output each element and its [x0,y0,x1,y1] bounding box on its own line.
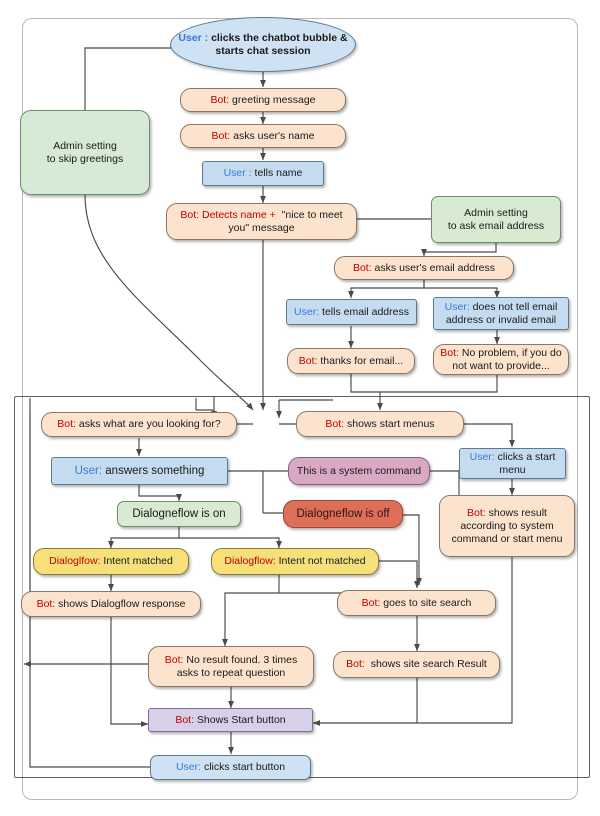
node-intent-matched[interactable]: Dialoglfow: Intent matched [33,548,189,575]
node-goes-site-search[interactable]: Bot: goes to site search [337,590,496,616]
node-system-command[interactable]: This is a system command [288,457,430,485]
node-start[interactable]: User : clicks the chatbot bubble & start… [170,17,356,72]
node-admin-skip-greetings-label: Admin setting to skip greetings [46,139,124,165]
node-system-command-label: This is a system command [296,464,422,477]
node-asks-looking-for[interactable]: Bot: asks what are you looking for? [41,412,237,437]
node-goes-site-search-label: Bot: goes to site search [361,596,472,609]
node-admin-skip-greetings[interactable]: Admin setting to skip greetings [20,110,150,195]
node-shows-start-menus-label: Bot: shows start menus [325,417,435,430]
node-asks-name-label: Bot: asks user's name [211,129,315,142]
node-greeting-message[interactable]: Bot: greeting message [180,88,346,112]
node-dialogflow-on-label: Dialogneflow is on [132,507,226,520]
flowchart-canvas: User : clicks the chatbot bubble & start… [0,0,600,816]
node-asks-email[interactable]: Bot: asks user's email address [334,256,514,280]
node-clicks-start-button[interactable]: User: clicks start button [150,755,311,780]
node-tells-email-label: User: tells email address [294,305,409,318]
node-asks-looking-for-label: Bot: asks what are you looking for? [57,418,221,430]
node-shows-start-button-label: Bot: Shows Start button [175,713,286,726]
node-clicks-start-button-label: User: clicks start button [175,761,286,773]
node-shows-result[interactable]: Bot: shows result according to system co… [439,495,575,557]
node-tells-email[interactable]: User: tells email address [286,299,417,325]
node-no-problem-label: Bot: No problem, if you do not want to p… [440,346,562,372]
node-answers-something[interactable]: User: answers something [51,457,228,485]
node-answers-something-label: User: answers something [74,464,205,477]
node-no-problem[interactable]: Bot: No problem, if you do not want to p… [433,344,569,375]
node-site-search-result-label: Bot: shows site search Result [346,658,487,670]
node-asks-name[interactable]: Bot: asks user's name [180,124,346,148]
node-no-result-found-label: Bot: No result found. 3 times asks to re… [164,653,298,679]
node-shows-start-menus[interactable]: Bot: shows start menus [296,411,464,437]
node-admin-ask-email-label: Admin setting to ask email address [447,206,545,232]
node-thanks-email[interactable]: Bot: thanks for email... [287,348,415,374]
node-no-email-label: User: does not tell email address or inv… [444,300,558,326]
node-tells-name-label: User : tells name [223,167,303,179]
node-shows-result-label: Bot: shows result according to system co… [451,506,563,545]
node-intent-matched-label: Dialoglfow: Intent matched [49,555,173,567]
node-thanks-email-label: Bot: thanks for email... [298,354,404,367]
node-dialogflow-on[interactable]: Dialogneflow is on [117,501,241,527]
node-detects-name-label: Bot: Detects name + "nice to meet you" m… [180,208,343,234]
node-greeting-message-label: Bot: greeting message [210,93,316,106]
node-tells-name[interactable]: User : tells name [202,161,324,186]
node-shows-start-button[interactable]: Bot: Shows Start button [148,708,313,732]
node-dialogflow-off[interactable]: Dialogneflow is off [283,500,403,528]
node-asks-email-label: Bot: asks user's email address [352,261,496,274]
node-no-email[interactable]: User: does not tell email address or inv… [433,297,569,330]
node-admin-ask-email[interactable]: Admin setting to ask email address [431,196,561,243]
node-site-search-result[interactable]: Bot: shows site search Result [333,651,500,678]
node-clicks-start-menu-label: User: clicks a start menu [469,450,556,476]
node-no-result-found[interactable]: Bot: No result found. 3 times asks to re… [148,646,314,687]
node-clicks-start-menu[interactable]: User: clicks a start menu [459,448,566,479]
node-intent-not-matched-label: Dialogflow: Intent not matched [224,555,366,567]
node-start-label: User : clicks the chatbot bubble & start… [178,31,348,57]
node-dialogflow-response-label: Bot: shows Dialogflow response [36,597,186,610]
node-intent-not-matched[interactable]: Dialogflow: Intent not matched [211,548,379,575]
node-dialogflow-response[interactable]: Bot: shows Dialogflow response [21,591,201,617]
node-dialogflow-off-label: Dialogneflow is off [296,507,390,520]
node-detects-name[interactable]: Bot: Detects name + "nice to meet you" m… [166,203,357,240]
